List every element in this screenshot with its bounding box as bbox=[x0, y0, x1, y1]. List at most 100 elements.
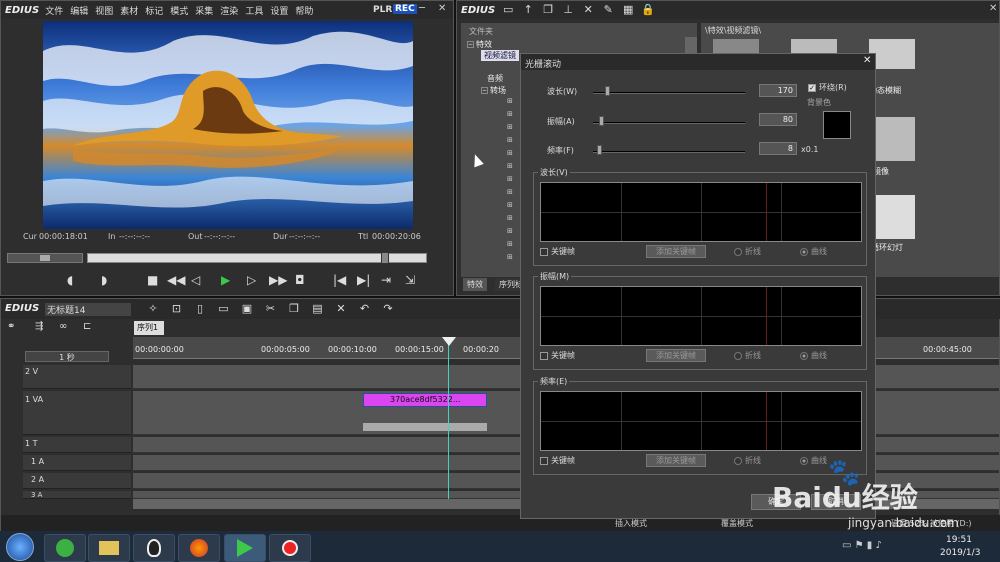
menu-tools[interactable]: 工具 bbox=[245, 4, 263, 17]
overwrite-icon[interactable]: ⇲ bbox=[405, 273, 415, 287]
add-keyframe-button[interactable]: 添加关键帧 bbox=[646, 454, 706, 467]
menu-edit[interactable]: 编辑 bbox=[70, 4, 88, 17]
next-edit-icon[interactable]: ▶| bbox=[357, 273, 370, 287]
loop-icon[interactable]: ◘ bbox=[295, 273, 305, 287]
curve-radio[interactable]: 曲线 bbox=[800, 246, 827, 257]
jog-slider[interactable] bbox=[7, 253, 83, 263]
redo-icon[interactable]: ↷ bbox=[381, 302, 395, 316]
close-button[interactable]: ✕ bbox=[438, 3, 446, 14]
track-header-2v[interactable]: 2 V bbox=[23, 365, 131, 389]
loop-checkbox[interactable]: ✓ 环绕(R) bbox=[808, 82, 847, 93]
ripple-icon[interactable]: ⇶ bbox=[35, 321, 43, 332]
effects-close-icon[interactable]: ✕ bbox=[989, 3, 997, 14]
stop-icon[interactable]: ■ bbox=[147, 273, 158, 287]
menu-view[interactable]: 视图 bbox=[95, 4, 113, 17]
view-icon[interactable]: ▦ bbox=[621, 3, 635, 17]
position-thumb[interactable] bbox=[381, 252, 389, 264]
playhead-marker[interactable] bbox=[442, 337, 456, 346]
delete-icon[interactable]: ✕ bbox=[581, 3, 595, 17]
amplitude-slider[interactable] bbox=[593, 122, 745, 124]
bgcolor-swatch[interactable] bbox=[823, 111, 851, 139]
start-button[interactable] bbox=[6, 533, 34, 561]
tree-item-transitions[interactable]: − 转场 bbox=[481, 85, 506, 96]
polyline-radio[interactable]: 折线 bbox=[734, 350, 761, 361]
prev-edit-icon[interactable]: |◀ bbox=[333, 273, 346, 287]
taskbar-edius[interactable] bbox=[224, 534, 266, 562]
frequency-thumb[interactable] bbox=[597, 145, 602, 155]
polyline-radio[interactable]: 折线 bbox=[734, 246, 761, 257]
rewind-icon[interactable]: ◀◀ bbox=[167, 273, 185, 287]
save-icon[interactable]: ▣ bbox=[240, 302, 254, 316]
up-folder-icon[interactable]: ↑ bbox=[521, 3, 535, 17]
tray-icons[interactable]: ▭ ⚑ ▮ ♪ bbox=[842, 540, 882, 551]
capture-icon[interactable]: ⊡ bbox=[170, 302, 184, 316]
link-icon[interactable]: ∞ bbox=[59, 321, 67, 332]
tree-item-video-filters[interactable]: 视频滤镜 bbox=[481, 50, 519, 61]
copy-icon[interactable]: ❐ bbox=[541, 3, 555, 17]
snap-icon[interactable]: ⊏ bbox=[83, 321, 91, 332]
dialog-close-icon[interactable]: ✕ bbox=[863, 55, 871, 66]
taskbar-firefox[interactable] bbox=[178, 534, 220, 562]
step-forward-icon[interactable]: ▷ bbox=[247, 273, 256, 287]
menu-mode[interactable]: 模式 bbox=[170, 4, 188, 17]
tree-item-audio[interactable]: 音频 bbox=[487, 73, 503, 84]
scale-selector[interactable]: 1 秒 bbox=[25, 351, 109, 362]
curve-radio[interactable]: 曲线 bbox=[800, 455, 827, 466]
add-keyframe-button[interactable]: 添加关键帧 bbox=[646, 349, 706, 362]
lock-icon[interactable]: 🔒 bbox=[641, 3, 655, 17]
menu-clip[interactable]: 素材 bbox=[120, 4, 138, 17]
taskbar-recorder[interactable] bbox=[269, 534, 311, 562]
keyframe-checkbox[interactable]: 关键帧 bbox=[540, 455, 575, 466]
keyframe-checkbox[interactable]: 关键帧 bbox=[540, 246, 575, 257]
playhead[interactable] bbox=[448, 339, 449, 499]
insert-icon[interactable]: ⇥ bbox=[381, 273, 391, 287]
track-header-1a[interactable]: 1 A bbox=[23, 455, 131, 471]
fast-forward-icon[interactable]: ▶▶ bbox=[269, 273, 287, 287]
video-clip[interactable]: 370ace8df5322... bbox=[363, 393, 487, 407]
keyframe-checkbox[interactable]: 关键帧 bbox=[540, 350, 575, 361]
track-header-3a[interactable]: 3 A bbox=[23, 491, 131, 499]
folder-icon[interactable]: ▭ bbox=[501, 3, 515, 17]
taskbar-browser[interactable] bbox=[44, 534, 86, 562]
tree-root[interactable]: − 特效 bbox=[467, 39, 492, 50]
amplitude-input[interactable]: 80 bbox=[759, 113, 797, 126]
sequence-tab[interactable]: 序列1 bbox=[134, 321, 164, 335]
track-header-2a[interactable]: 2 A bbox=[23, 473, 131, 489]
keyframe-graph-amplitude[interactable] bbox=[540, 286, 862, 346]
track-header-1va[interactable]: 1 VA bbox=[23, 391, 131, 435]
delete-clip-icon[interactable]: ✕ bbox=[334, 302, 348, 316]
mode-icon[interactable]: ⚭ bbox=[7, 321, 15, 332]
add-keyframe-button[interactable]: 添加关键帧 bbox=[646, 245, 706, 258]
menu-capture[interactable]: 采集 bbox=[195, 4, 213, 17]
taskbar-qq[interactable] bbox=[133, 534, 175, 562]
plr-toggle[interactable]: PLR bbox=[373, 5, 392, 15]
new-file-icon[interactable]: ▯ bbox=[193, 302, 207, 316]
menu-help[interactable]: 帮助 bbox=[295, 4, 313, 17]
audio-clip[interactable] bbox=[363, 423, 487, 431]
rec-toggle[interactable]: REC bbox=[393, 4, 417, 14]
step-back-icon[interactable]: ◁ bbox=[191, 273, 200, 287]
menu-render[interactable]: 渲染 bbox=[220, 4, 238, 17]
track-header-1t[interactable]: 1 T bbox=[23, 437, 131, 453]
wavelength-thumb[interactable] bbox=[605, 86, 610, 96]
taskbar-explorer[interactable] bbox=[88, 534, 130, 562]
paste-icon[interactable]: ▤ bbox=[311, 302, 325, 316]
wavelength-slider[interactable] bbox=[593, 92, 745, 94]
keyframe-graph-frequency[interactable] bbox=[540, 391, 862, 451]
undo-icon[interactable]: ↶ bbox=[358, 302, 372, 316]
frequency-input[interactable]: 8 bbox=[759, 142, 797, 155]
split-icon[interactable]: ⊥ bbox=[561, 3, 575, 17]
menu-file[interactable]: 文件 bbox=[45, 4, 63, 17]
menu-marker[interactable]: 标记 bbox=[145, 4, 163, 17]
keyframe-graph-wavelength[interactable] bbox=[540, 182, 862, 242]
cut-icon[interactable]: ✂ bbox=[264, 302, 278, 316]
mark-in-icon[interactable]: ◖ bbox=[67, 273, 73, 287]
amplitude-thumb[interactable] bbox=[599, 116, 604, 126]
tab-effects[interactable]: 特效 bbox=[463, 278, 487, 291]
position-bar[interactable] bbox=[87, 252, 427, 264]
menu-settings[interactable]: 设置 bbox=[270, 4, 288, 17]
polyline-radio[interactable]: 折线 bbox=[734, 455, 761, 466]
curve-radio[interactable]: 曲线 bbox=[800, 350, 827, 361]
minimize-button[interactable]: ─ bbox=[419, 3, 425, 14]
frequency-slider[interactable] bbox=[593, 151, 745, 153]
